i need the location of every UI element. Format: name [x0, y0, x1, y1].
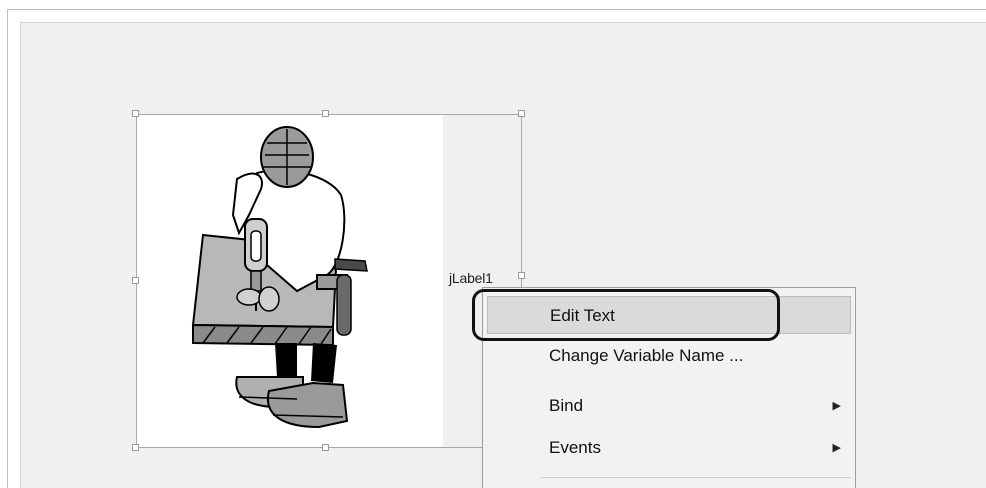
menu-item-label: Change Variable Name ...: [549, 346, 744, 365]
menu-item-events[interactable]: Events ▶: [487, 429, 851, 467]
menu-separator: [541, 477, 851, 478]
jlabel-name-text: jLabel1: [449, 270, 493, 286]
menu-item-change-variable-name[interactable]: Change Variable Name ...: [487, 337, 851, 375]
triangle-right-icon: ▶: [832, 400, 841, 412]
form-designer-window: jLabel1 Edit Text Change Variable Name .…: [0, 0, 986, 488]
triangle-right-icon: ▶: [832, 442, 841, 454]
resize-handle-top-right[interactable]: [518, 110, 525, 117]
menu-item-edit-text[interactable]: Edit Text: [487, 296, 851, 334]
resize-handle-bottom-left[interactable]: [132, 444, 139, 451]
menu-item-bind[interactable]: Bind ▶: [487, 387, 851, 425]
menu-item-label: Bind: [549, 396, 584, 415]
resize-handle-top-center[interactable]: [322, 110, 329, 117]
resize-handle-middle-right[interactable]: [518, 272, 525, 279]
carpenter-drilling-icon: [137, 115, 443, 447]
menu-item-label: Edit Text: [550, 306, 615, 325]
context-menu: Edit Text Change Variable Name ... Bind …: [482, 287, 856, 488]
resize-handle-middle-left[interactable]: [132, 277, 139, 284]
menu-item-label: Events: [549, 438, 601, 457]
resize-handle-top-left[interactable]: [132, 110, 139, 117]
resize-handle-bottom-center[interactable]: [322, 444, 329, 451]
